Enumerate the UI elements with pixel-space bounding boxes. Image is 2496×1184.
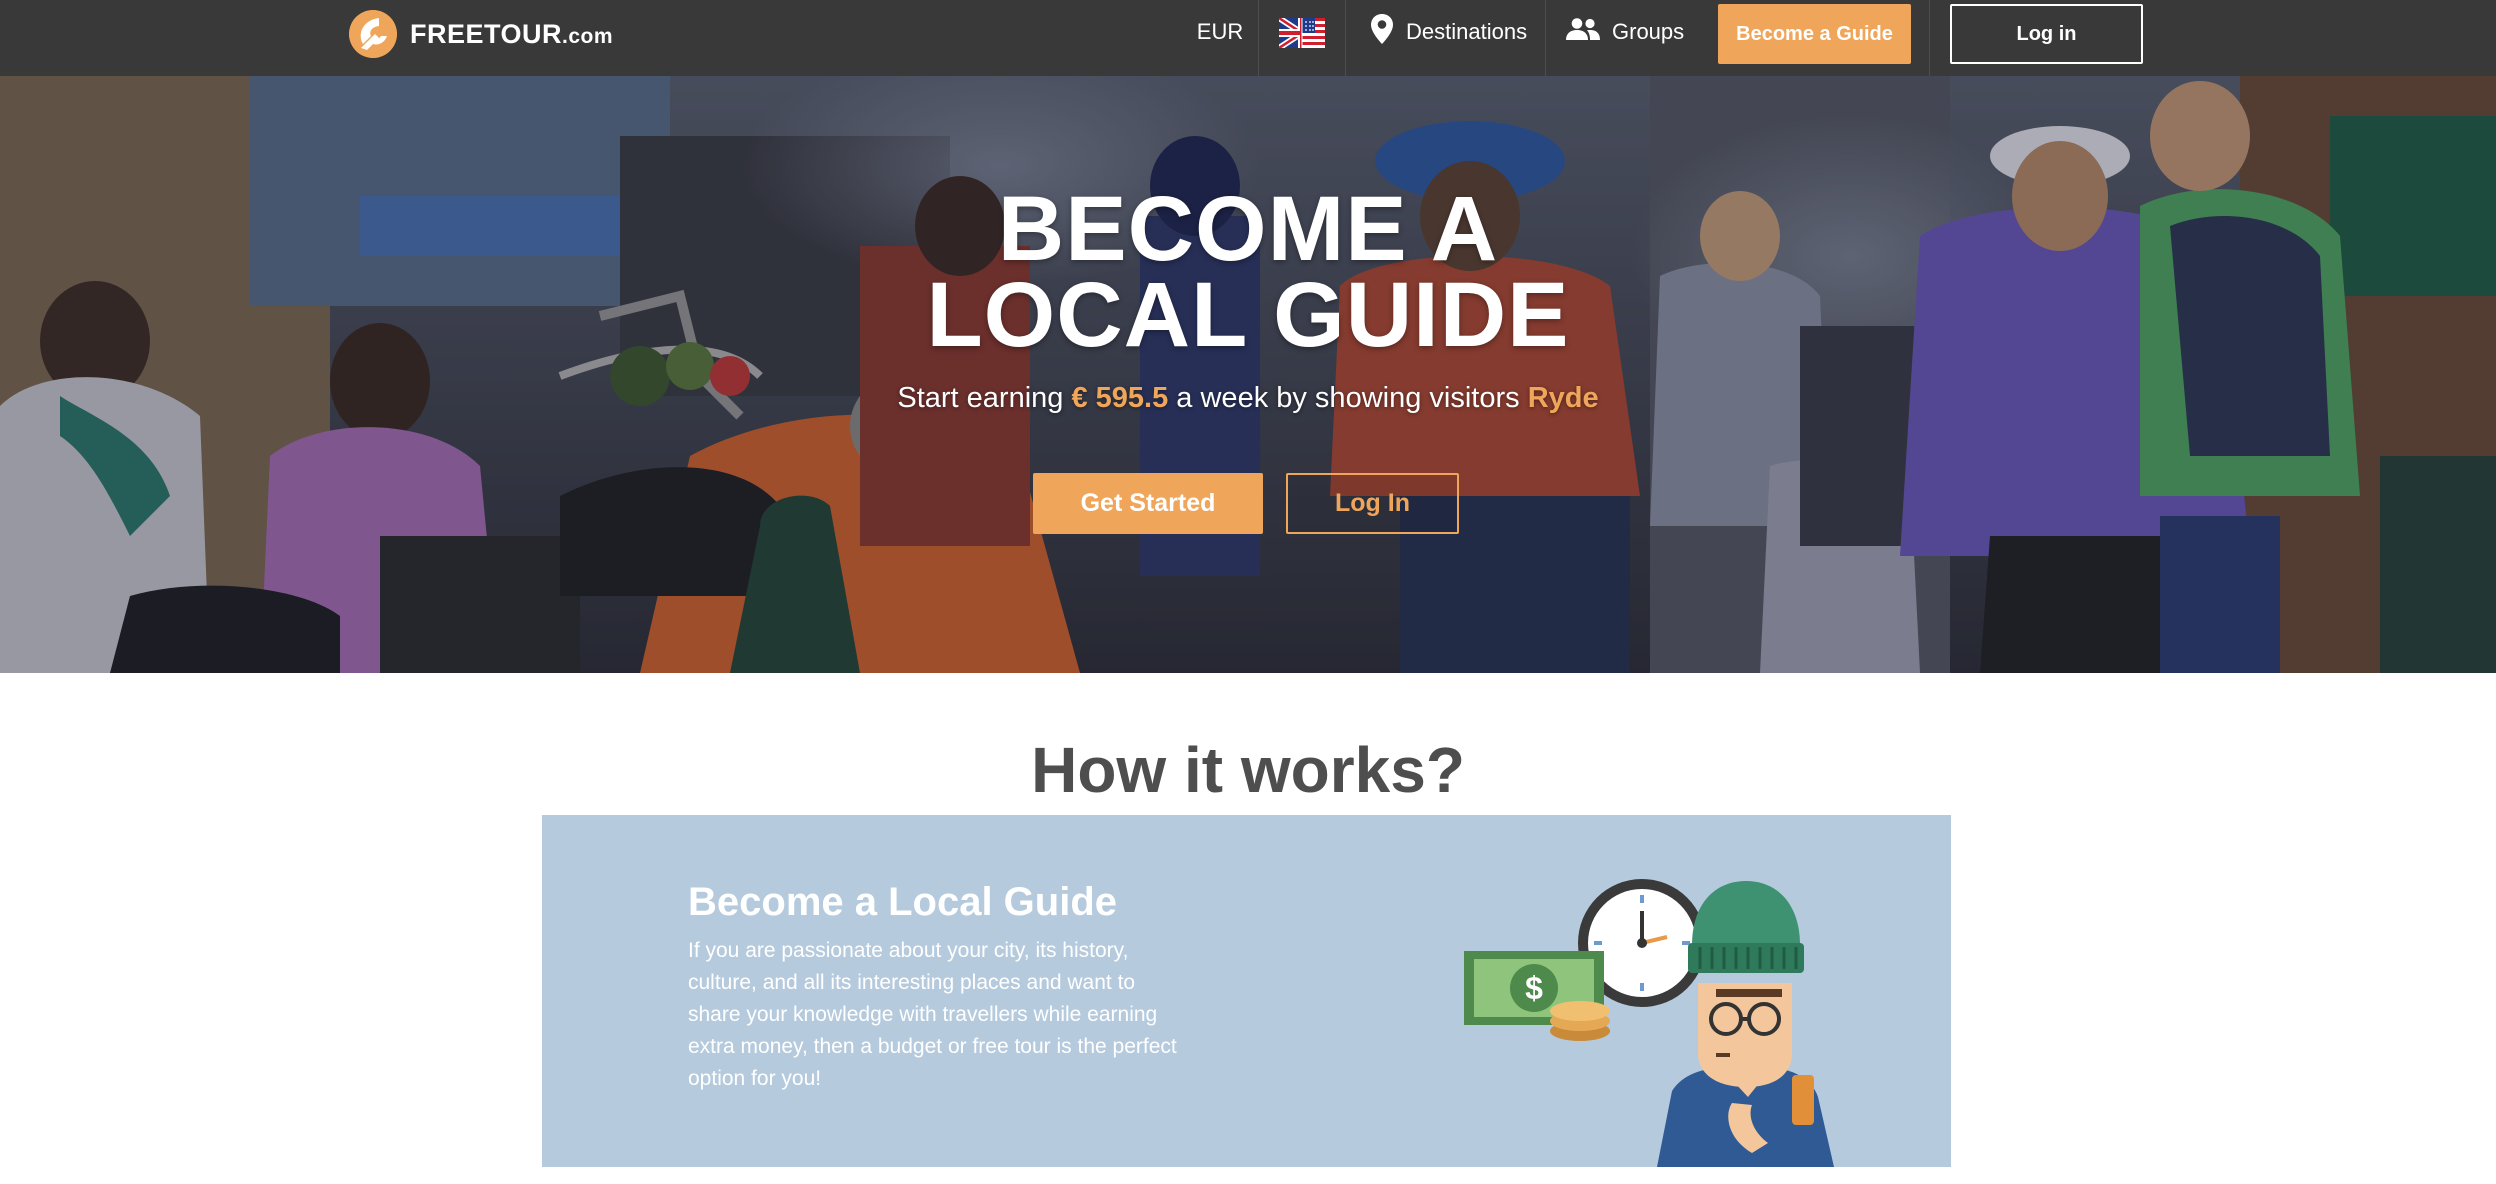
freetour-logo[interactable]: FREETOUR.com xyxy=(349,10,613,58)
earnings-amount: € 595.5 xyxy=(1071,382,1169,414)
hero-overlay xyxy=(0,76,2496,673)
how-it-works-card: Become a Local Guide If you are passiona… xyxy=(542,815,1951,1167)
nav-divider xyxy=(1345,0,1346,76)
hero-title: BECOME A LOCAL GUIDE xyxy=(0,178,2496,366)
nav-groups[interactable]: Groups xyxy=(1566,0,1684,64)
freetour-logo-icon xyxy=(349,10,397,58)
nav-divider xyxy=(1545,0,1546,76)
login-button[interactable]: Log in xyxy=(1950,4,2143,64)
currency-selector[interactable]: EUR xyxy=(1182,0,1258,64)
guide-illustration: $ xyxy=(1464,879,1834,1167)
groups-icon xyxy=(1566,17,1600,47)
hero-subtitle: Start earning € 595.5 a week by showing … xyxy=(897,382,1599,414)
hero-title-line-1: BECOME A xyxy=(997,178,1499,280)
how-it-works-heading: How it works? xyxy=(1031,734,1465,806)
logo-text: FREETOUR.com xyxy=(410,18,614,49)
hero-title-line-2: LOCAL GUIDE xyxy=(926,264,1570,366)
become-a-guide-button[interactable]: Become a Guide xyxy=(1718,4,1911,64)
city-name: Ryde xyxy=(1527,382,1599,414)
map-pin-icon xyxy=(1370,13,1394,51)
top-navbar: FREETOUR.com EUR Destinations Groups Bec… xyxy=(0,0,2496,76)
card-title: Become a Local Guide xyxy=(688,880,1118,924)
get-started-button[interactable]: Get Started xyxy=(1033,473,1263,534)
hero-banner: BECOME A LOCAL GUIDE Start earning € 595… xyxy=(0,76,2496,673)
nav-destinations-label: Destinations xyxy=(1406,19,1528,44)
language-flag-icon[interactable] xyxy=(1277,15,1327,51)
svg-text:$: $ xyxy=(1525,970,1543,1006)
hero-login-button[interactable]: Log In xyxy=(1286,473,1459,534)
nav-destinations[interactable]: Destinations xyxy=(1370,0,1527,64)
nav-groups-label: Groups xyxy=(1612,19,1685,44)
nav-divider xyxy=(1929,0,1930,76)
card-description: If you are passionate about your city, i… xyxy=(688,939,1177,1090)
nav-divider xyxy=(1258,0,1259,76)
